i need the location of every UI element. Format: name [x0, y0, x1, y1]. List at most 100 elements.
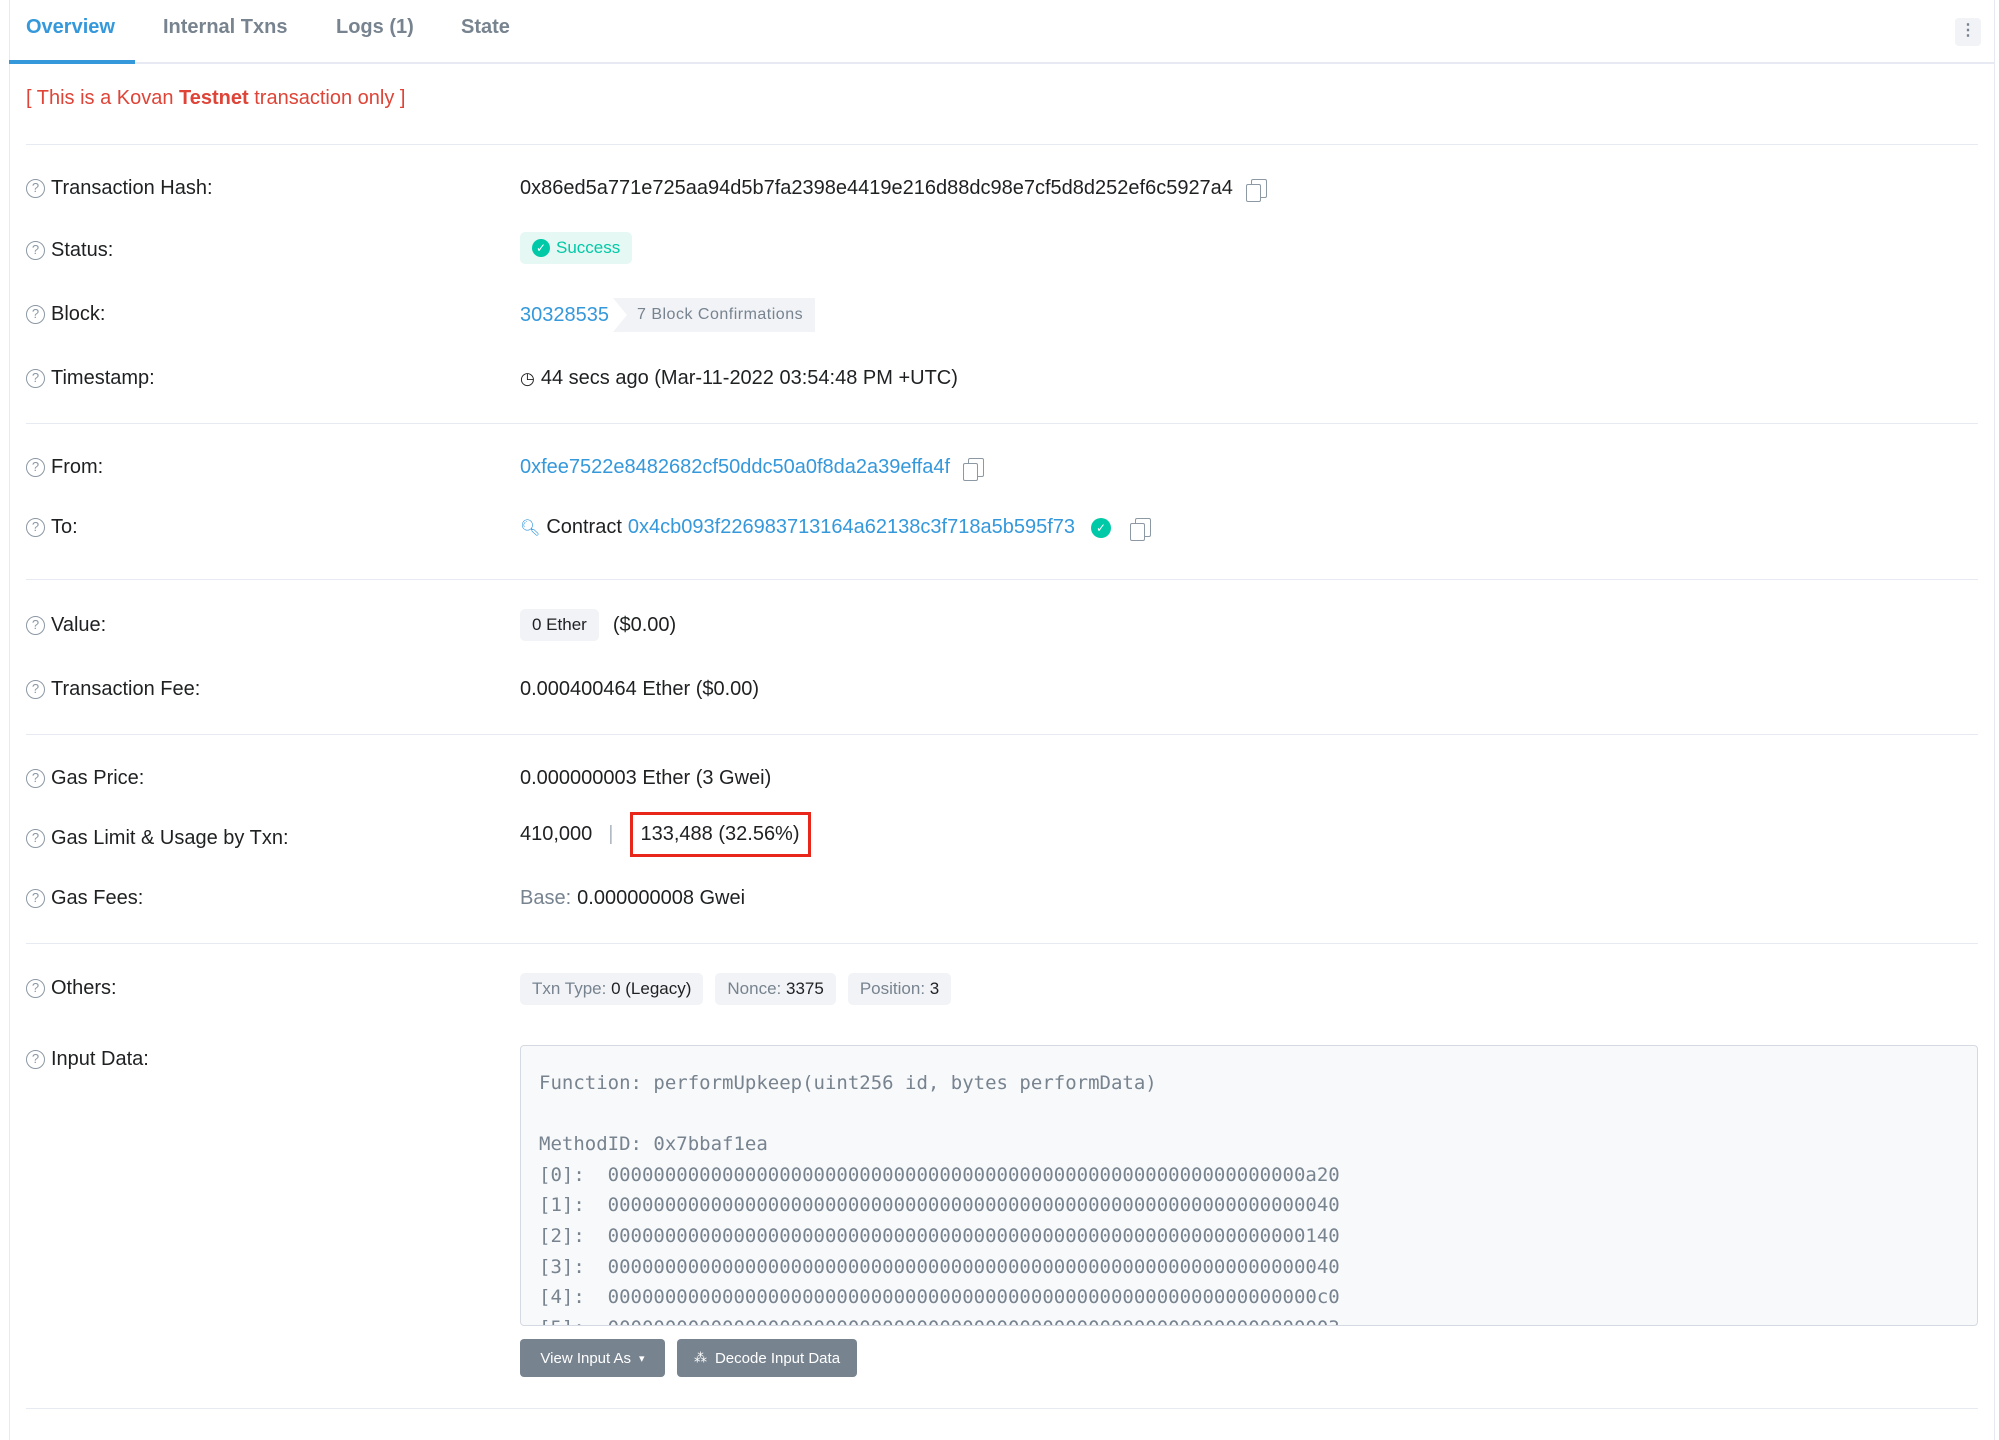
help-icon[interactable]: ?	[26, 241, 45, 260]
view-input-as-button[interactable]: View Input As ▾	[520, 1339, 665, 1377]
pill-value: 3	[929, 979, 940, 998]
from-value: 0xfee7522e8482682cf50ddc50a0f8da2a39effa…	[520, 456, 985, 481]
nonce-pill: Nonce: 3375	[715, 973, 836, 1005]
block-label: ? Block:	[26, 303, 105, 326]
txn-type-pill: Txn Type: 0 (Legacy)	[520, 973, 704, 1005]
tab-state[interactable]: State	[461, 16, 510, 39]
usd-value: ($0.00)	[612, 613, 677, 636]
cubes-icon: ⁂	[693, 1350, 707, 1365]
status-label: ? Status:	[26, 239, 113, 262]
pill-value: 0 (Legacy)	[611, 979, 692, 998]
block-value: 30328535 7 Block Confirmations	[520, 298, 816, 332]
help-icon[interactable]: ?	[26, 518, 45, 537]
to-address-link[interactable]: 0x4cb093f226983713164a62138c3f718a5b595f…	[628, 516, 1075, 539]
help-icon[interactable]: ?	[26, 889, 45, 908]
check-circle-icon: ✓	[532, 239, 550, 257]
block-link[interactable]: 30328535	[520, 304, 609, 327]
base-value: 0.000000008 Gwei	[577, 887, 746, 909]
label-text: Transaction Hash:	[51, 177, 213, 199]
help-icon[interactable]: ?	[26, 616, 45, 635]
timestamp-value: ◷ 44 secs ago (Mar-11-2022 03:54:48 PM +U…	[520, 367, 958, 390]
fee-value: 0.000400464 Ether ($0.00)	[520, 678, 760, 700]
contract-label: Contract	[546, 516, 622, 538]
copy-icon[interactable]	[963, 458, 985, 481]
chevron-down-icon: ▾	[639, 1352, 645, 1365]
from-address-link[interactable]: 0xfee7522e8482682cf50ddc50a0f8da2a39effa…	[520, 456, 950, 479]
hash-value: 0x86ed5a771e725aa94d5b7fa2398e4419e216d8…	[520, 177, 1267, 202]
transaction-hash: 0x86ed5a771e725aa94d5b7fa2398e4419e216d8…	[520, 177, 1233, 199]
status-badge: ✓ Success	[520, 232, 633, 264]
label-text: Gas Limit & Usage by Txn:	[51, 827, 289, 849]
gas-price-label: ? Gas Price:	[26, 767, 144, 790]
to-value: 🔍︎ Contract 0x4cb093f226983713164a62138c3f…	[520, 516, 1152, 541]
help-icon[interactable]: ?	[26, 305, 45, 324]
pill-key: Position:	[859, 979, 926, 998]
fee-label: ? Transaction Fee:	[26, 678, 200, 701]
status-text: Success	[556, 238, 621, 257]
help-icon[interactable]: ?	[26, 1050, 45, 1069]
divider	[26, 144, 1978, 145]
help-icon[interactable]: ?	[26, 829, 45, 848]
copy-icon[interactable]	[1245, 179, 1267, 202]
label-text: Gas Price:	[51, 767, 145, 789]
button-label: Decode Input Data	[714, 1349, 841, 1367]
label-text: Gas Fees:	[51, 887, 144, 909]
separator: |	[608, 823, 614, 845]
help-icon[interactable]: ?	[26, 769, 45, 788]
help-icon[interactable]: ?	[26, 680, 45, 699]
pill-value: 3375	[786, 979, 824, 998]
status-value: ✓ Success	[520, 232, 633, 264]
label-text: Others:	[51, 977, 117, 999]
active-tab-indicator	[9, 60, 135, 64]
magnifier-icon[interactable]: 🔍︎	[520, 518, 540, 538]
timestamp-text: 44 secs ago (Mar-11-2022 03:54:48 PM +UT…	[540, 367, 958, 389]
kebab-icon[interactable]: ⋮	[1955, 18, 1981, 46]
tab-overview[interactable]: Overview	[26, 16, 115, 39]
tab-bar: Overview Internal Txns Logs (1) State ⋮	[9, 0, 1995, 64]
notice-suffix: transaction only ]	[248, 87, 406, 109]
from-label: ? From:	[26, 456, 103, 479]
label-text: Value:	[51, 614, 107, 636]
timestamp-label: ? Timestamp:	[26, 367, 155, 390]
tab-internal-txns[interactable]: Internal Txns	[163, 16, 287, 39]
input-data-label: ? Input Data:	[26, 1048, 149, 1071]
ether-amount-badge: 0 Ether	[520, 609, 599, 641]
notice-prefix: [ This is a Kovan	[26, 87, 180, 109]
value-label: ? Value:	[26, 614, 106, 637]
button-label: View Input As	[540, 1349, 632, 1367]
input-data-textarea[interactable]: Function: performUpkeep(uint256 id, byte…	[520, 1045, 1978, 1326]
divider	[26, 943, 1978, 944]
to-label: ? To:	[26, 516, 78, 539]
notice-bold: Testnet	[179, 87, 249, 109]
help-icon[interactable]: ?	[26, 179, 45, 198]
label-text: Input Data:	[51, 1048, 149, 1070]
help-icon[interactable]: ?	[26, 979, 45, 998]
decode-input-data-button[interactable]: ⁂ Decode Input Data	[677, 1339, 857, 1377]
clock-icon: ◷	[520, 368, 535, 388]
tab-logs[interactable]: Logs (1)	[336, 16, 414, 39]
divider	[26, 423, 1978, 424]
divider	[26, 734, 1978, 735]
pill-key: Txn Type:	[532, 979, 607, 998]
copy-icon[interactable]	[1130, 518, 1152, 541]
confirmations-badge: 7 Block Confirmations	[612, 298, 816, 332]
gas-limit: 410,000	[520, 823, 593, 845]
value-value: 0 Ether ($0.00)	[520, 609, 676, 641]
hash-label: ? Transaction Hash:	[26, 177, 213, 200]
others-value: Txn Type: 0 (Legacy) Nonce: 3375 Positio…	[520, 973, 952, 1005]
label-text: From:	[51, 456, 104, 478]
label-text: To:	[51, 516, 78, 538]
gas-limit-value: 410,000 | 133,488 (32.56%)	[520, 812, 811, 857]
help-icon[interactable]: ?	[26, 458, 45, 477]
others-label: ? Others:	[26, 977, 117, 1000]
gas-price-value: 0.000000003 Ether (3 Gwei)	[520, 767, 772, 789]
gas-fees-label: ? Gas Fees:	[26, 887, 143, 910]
base-key: Base:	[520, 887, 572, 909]
divider	[26, 579, 1978, 580]
pill-key: Nonce:	[727, 979, 782, 998]
testnet-notice: [ This is a Kovan Testnet transaction on…	[26, 87, 405, 110]
gas-fees-value: Base: 0.000000008 Gwei	[520, 887, 745, 910]
help-icon[interactable]: ?	[26, 369, 45, 388]
gas-limit-label: ? Gas Limit & Usage by Txn:	[26, 827, 289, 850]
divider	[26, 1408, 1978, 1409]
